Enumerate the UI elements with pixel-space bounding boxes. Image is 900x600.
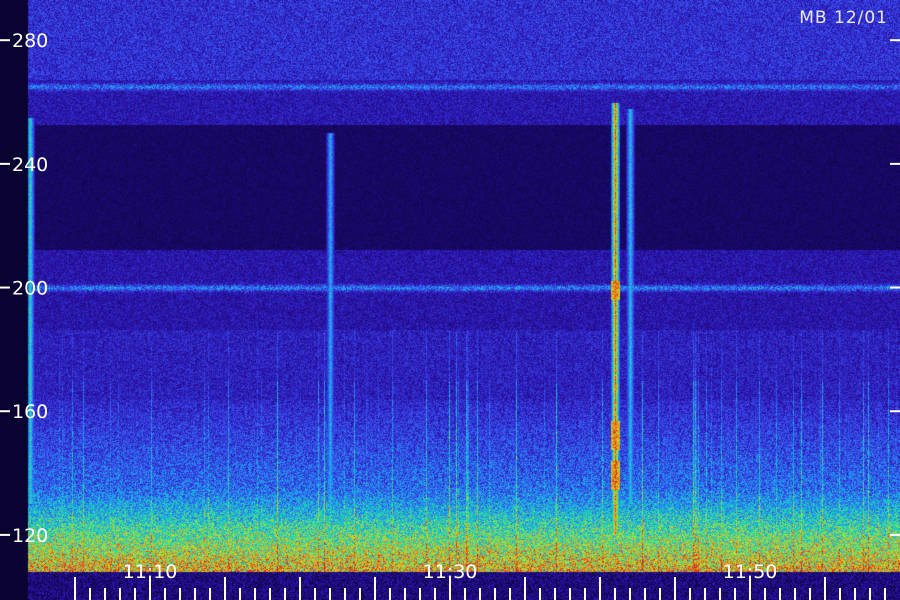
y-tick-label: 280 <box>12 30 48 52</box>
y-tick-label: 240 <box>12 154 48 176</box>
chart-axes: 120 160 200 240 280 11:10 11:30 11:50 MB 12/01 <box>0 8 900 600</box>
y-tick-label: 160 <box>12 401 48 423</box>
spectrogram-chart: 120 160 200 240 280 11:10 11:30 11:50 MB 12/01 <box>0 0 900 600</box>
y-tick-label: 120 <box>12 525 48 547</box>
x-tick-label: 11:30 <box>423 561 478 583</box>
x-tick-label: 11:50 <box>723 561 778 583</box>
x-axis: 11:10 11:30 11:50 <box>74 561 886 600</box>
x-tick-label: 11:10 <box>123 561 178 583</box>
y-axis: 120 160 200 240 280 <box>0 30 900 547</box>
y-tick-label: 200 <box>12 278 48 300</box>
date-stamp: MB 12/01 <box>799 8 888 28</box>
